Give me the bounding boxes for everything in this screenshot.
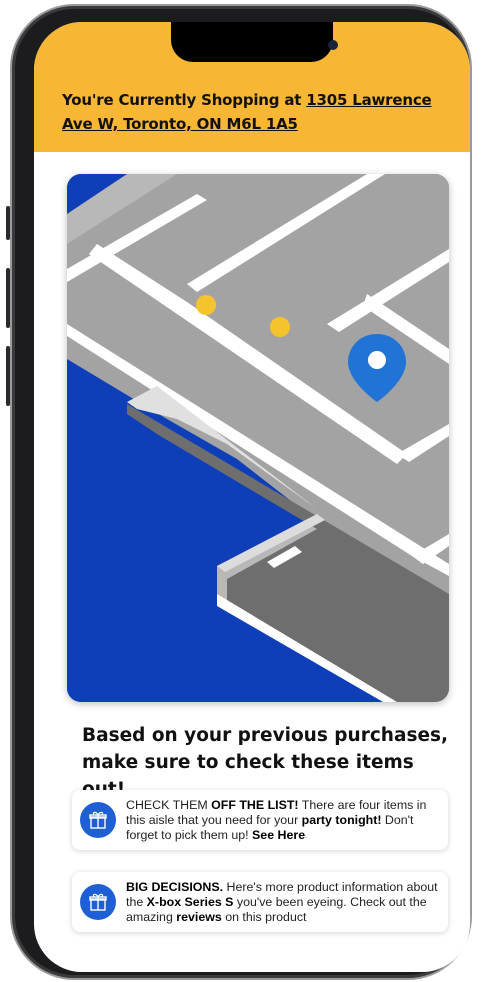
product-info-card[interactable]: BIG DECISIONS. Here's more product infor… (72, 872, 448, 932)
screen: You're Currently Shopping at 1305 Lawren… (34, 22, 470, 972)
see-here-link[interactable]: See Here (252, 828, 305, 842)
store-prefix: You're Currently Shopping at (62, 91, 307, 109)
reviews-link[interactable]: reviews (176, 910, 221, 924)
aisle-marker-icon[interactable] (196, 295, 216, 315)
notch (171, 22, 338, 62)
silent-switch (6, 206, 10, 240)
store-map[interactable] (67, 174, 449, 702)
phone-frame: You're Currently Shopping at 1305 Lawren… (6, 4, 472, 980)
camera-icon (328, 40, 338, 50)
aisle-marker-icon[interactable] (270, 317, 290, 337)
card-message: BIG DECISIONS. Here's more product infor… (126, 880, 438, 924)
shopping-list-card[interactable]: CHECK THEM OFF THE LIST! There are four … (72, 790, 448, 850)
store-map-graphic (67, 174, 449, 702)
volume-up-button (6, 268, 10, 328)
card-message: CHECK THEM OFF THE LIST! There are four … (126, 798, 427, 842)
gift-icon (80, 802, 116, 838)
store-banner: You're Currently Shopping at 1305 Lawren… (34, 22, 470, 152)
gift-icon (80, 884, 116, 920)
volume-down-button (6, 346, 10, 406)
heading-line-1: Based on your previous purchases, (82, 725, 449, 746)
store-location-text: You're Currently Shopping at 1305 Lawren… (62, 88, 462, 136)
